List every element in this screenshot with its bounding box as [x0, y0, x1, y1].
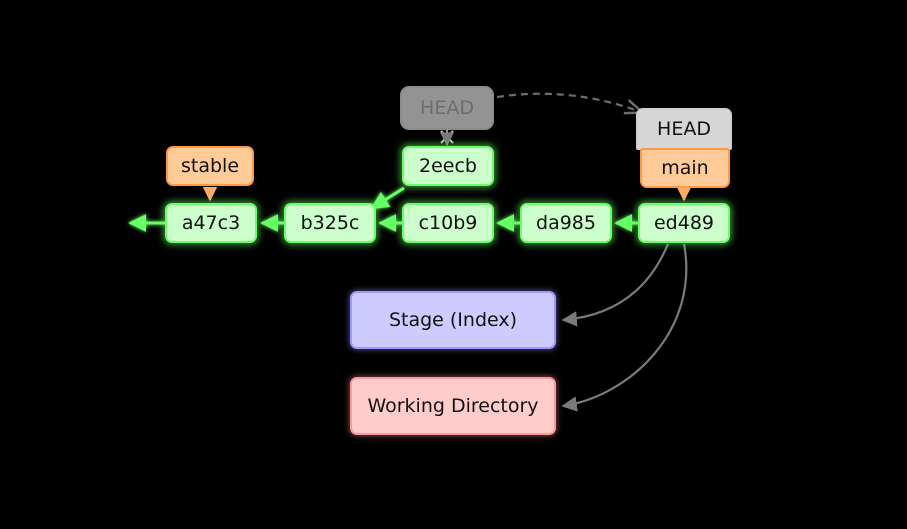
- branch-label-main[interactable]: main: [640, 148, 730, 188]
- edge-ed489-to-working-directory: [561, 243, 688, 412]
- commit-node-da985[interactable]: da985: [520, 203, 612, 243]
- stage-index-box[interactable]: Stage (Index): [350, 291, 556, 349]
- edge-2eecb-to-b325c: [370, 186, 405, 210]
- edge-head-moved: [496, 92, 641, 112]
- branch-label-stable[interactable]: stable: [166, 146, 254, 186]
- commit-node-b325c[interactable]: b325c: [284, 203, 376, 243]
- edge-ed489-to-stage: [561, 243, 670, 327]
- commit-node-2eecb[interactable]: 2eecb: [402, 146, 494, 186]
- head-previous-label: HEAD: [400, 86, 494, 130]
- commit-node-a47c3[interactable]: a47c3: [165, 203, 257, 243]
- commit-node-ed489[interactable]: ed489: [638, 203, 730, 243]
- diagram-canvas: HEAD 2eecb stable HEAD main a47c3 b325c …: [0, 0, 907, 529]
- head-detached-cross-icon: [440, 130, 454, 144]
- diagram-edges: [128, 92, 692, 412]
- working-directory-box[interactable]: Working Directory: [350, 377, 556, 435]
- head-current-label: HEAD: [636, 108, 732, 150]
- commit-node-c10b9[interactable]: c10b9: [402, 203, 494, 243]
